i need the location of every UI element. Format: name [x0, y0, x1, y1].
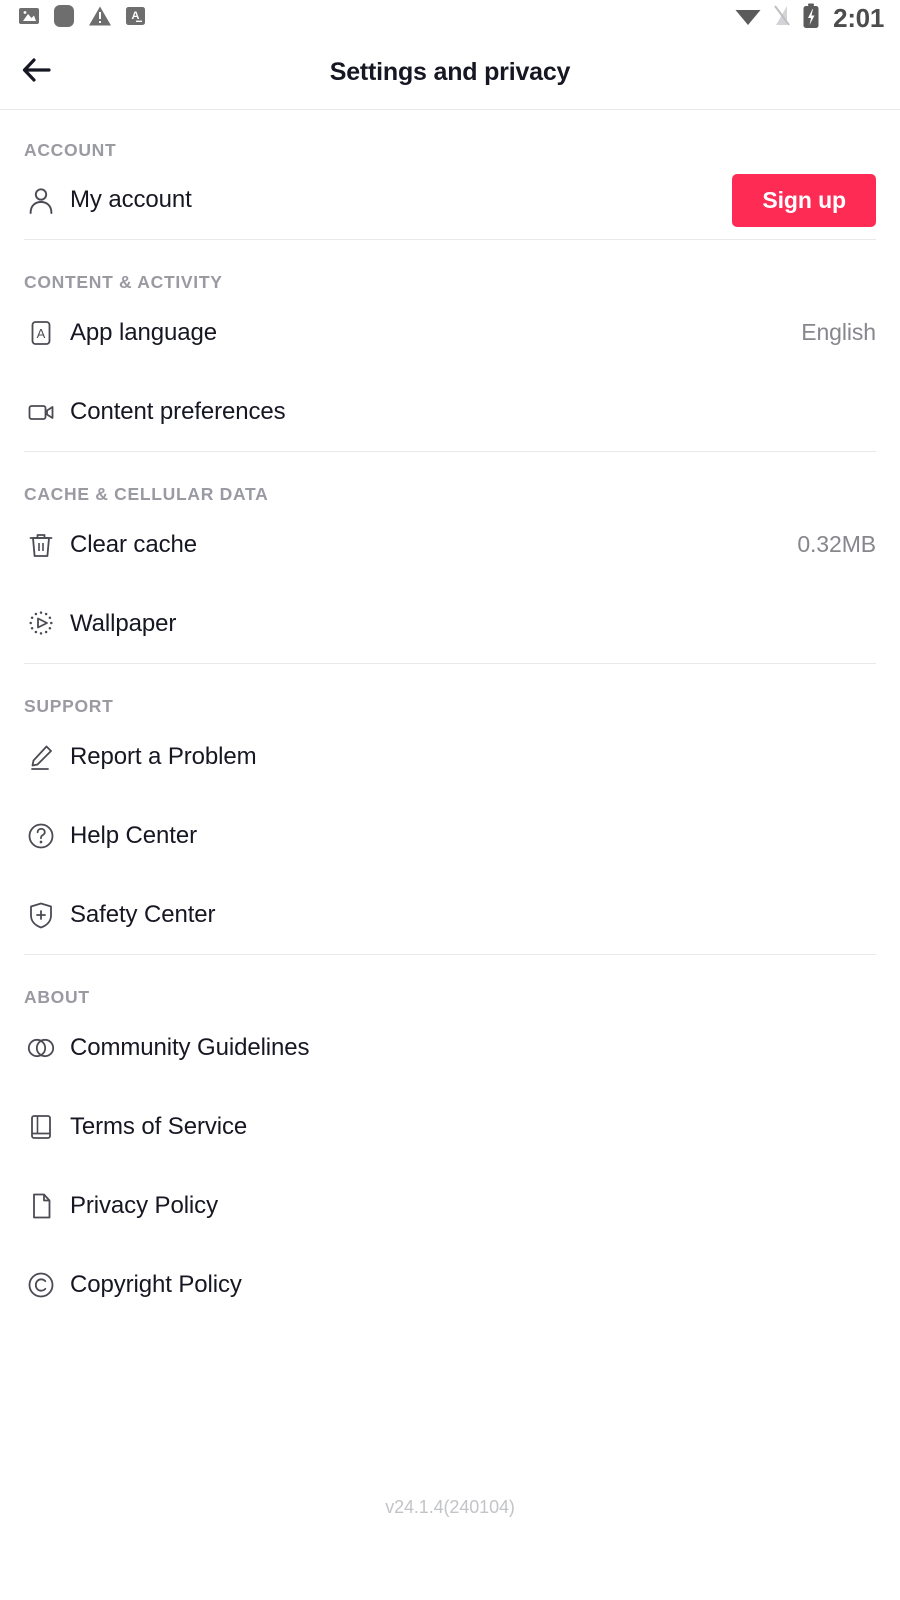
row-label: Copyright Policy — [70, 1270, 242, 1298]
app-header: Settings and privacy — [0, 36, 900, 110]
row-label: Safety Center — [70, 900, 216, 928]
row-my-account[interactable]: My account Sign up — [0, 161, 900, 239]
row-content-preferences[interactable]: Content preferences — [0, 372, 900, 451]
pencil-icon — [24, 742, 58, 772]
row-safety-center[interactable]: Safety Center — [0, 875, 900, 954]
row-label: My account — [70, 186, 192, 213]
book-icon — [24, 1112, 58, 1142]
row-app-language[interactable]: A App language English — [0, 293, 900, 372]
photo-icon — [18, 5, 40, 32]
row-label: Terms of Service — [70, 1112, 248, 1140]
row-label: Privacy Policy — [70, 1191, 218, 1219]
section-content-activity: CONTENT & ACTIVITY A App language Englis… — [0, 240, 900, 452]
two-circles-icon — [24, 1033, 58, 1063]
trash-icon — [24, 530, 58, 560]
row-value-app-language: English — [801, 319, 876, 345]
shield-plus-icon — [24, 900, 58, 930]
svg-text:A: A — [37, 326, 46, 341]
section-cache-cellular-data: CACHE & CELLULAR DATA Clear cache 0.32MB — [0, 452, 900, 664]
wifi-icon — [734, 5, 762, 32]
video-camera-icon — [24, 397, 58, 427]
row-help-center[interactable]: Help Center — [0, 796, 900, 875]
row-privacy-policy[interactable]: Privacy Policy — [0, 1166, 900, 1245]
row-community-guidelines[interactable]: Community Guidelines — [0, 1008, 900, 1087]
section-header-about: ABOUT — [24, 987, 90, 1007]
section-header-cache-cellular-data: CACHE & CELLULAR DATA — [24, 484, 269, 504]
row-label: Help Center — [70, 821, 197, 849]
row-label: App language — [70, 318, 217, 346]
signal-off-icon — [773, 4, 791, 33]
settings-and-privacy-screen: A 2:01 Settings and privacy ACCOUNT My a… — [0, 0, 900, 1600]
row-label: Wallpaper — [70, 609, 177, 637]
row-report-a-problem[interactable]: Report a Problem — [0, 717, 900, 796]
app-version-text: v24.1.4(240104) — [385, 1497, 515, 1517]
row-copyright-policy[interactable]: Copyright Policy — [0, 1245, 900, 1324]
row-label: Content preferences — [70, 397, 286, 425]
copyright-icon — [24, 1270, 58, 1300]
page-title: Settings and privacy — [329, 58, 571, 86]
person-icon — [24, 185, 58, 215]
language-a-icon: A — [24, 318, 58, 348]
row-label: Clear cache — [70, 530, 197, 558]
question-circle-icon — [24, 821, 58, 851]
sign-up-button[interactable]: Sign up — [732, 173, 876, 227]
row-clear-cache[interactable]: Clear cache 0.32MB — [0, 505, 900, 584]
section-header-content-activity: CONTENT & ACTIVITY — [24, 272, 223, 292]
status-bar-clock: 2:01 — [833, 2, 884, 33]
status-bar-right-icons: 2:01 — [734, 3, 884, 34]
wallpaper-play-icon — [24, 609, 58, 639]
row-terms-of-service[interactable]: Terms of Service — [0, 1087, 900, 1166]
rounded-square-icon — [53, 4, 75, 33]
section-account: ACCOUNT My account Sign up — [0, 110, 900, 240]
status-bar: A 2:01 — [0, 0, 900, 36]
section-header-account: ACCOUNT — [24, 140, 117, 160]
status-bar-left-icons: A — [18, 4, 146, 33]
svg-text:A: A — [132, 10, 140, 22]
row-wallpaper[interactable]: Wallpaper — [0, 584, 900, 663]
row-value-cache-size: 0.32MB — [797, 531, 876, 557]
row-label: Report a Problem — [70, 742, 257, 770]
section-support: SUPPORT Report a Problem Help Center Saf… — [0, 664, 900, 955]
warning-triangle-icon — [88, 5, 112, 32]
section-about: ABOUT Community Guidelines Terms of Serv… — [0, 955, 900, 1324]
settings-list: ACCOUNT My account Sign up CONTENT & ACT… — [0, 110, 900, 1600]
document-icon — [24, 1191, 58, 1221]
keyboard-language-icon: A — [125, 5, 146, 32]
battery-charging-icon — [802, 3, 820, 34]
row-label: Community Guidelines — [70, 1033, 310, 1061]
section-header-support: SUPPORT — [24, 696, 114, 716]
